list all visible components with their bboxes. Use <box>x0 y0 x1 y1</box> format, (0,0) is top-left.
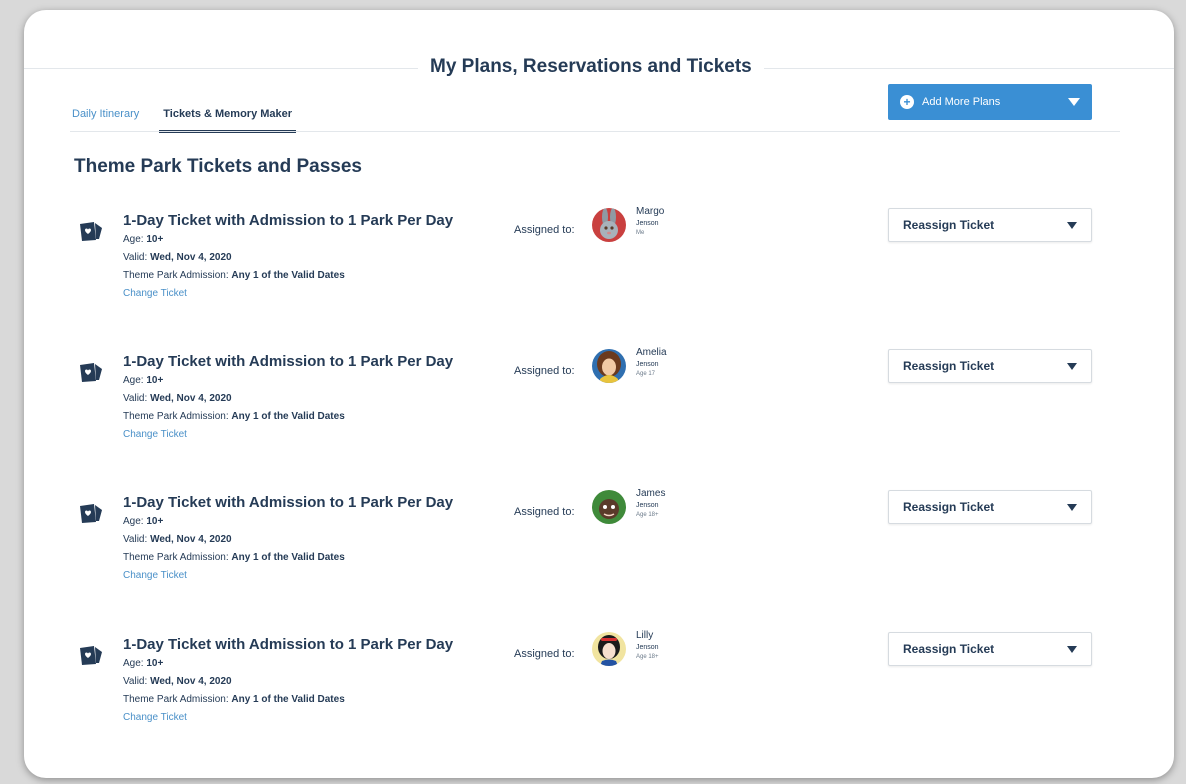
tab-bar: Daily Itinerary Tickets & Memory Maker <box>70 104 297 133</box>
guest-last-name: Jenson <box>636 502 659 509</box>
age-value: 10+ <box>146 375 164 386</box>
ticket-admission-line: Theme Park Admission: Any 1 of the Valid… <box>123 270 345 281</box>
valid-label: Valid: <box>123 676 148 687</box>
reassign-ticket-label: Reassign Ticket <box>903 500 995 514</box>
reassign-ticket-label: Reassign Ticket <box>903 642 995 656</box>
ticket-age-line: Age: 10+ <box>123 658 163 669</box>
caret-down-icon <box>1067 362 1077 370</box>
ticket-valid-line: Valid: Wed, Nov 4, 2020 <box>123 252 232 263</box>
age-label: Age: <box>123 375 144 386</box>
valid-value: Wed, Nov 4, 2020 <box>150 393 232 404</box>
valid-label: Valid: <box>123 393 148 404</box>
guest-first-name: James <box>636 488 666 499</box>
age-value: 10+ <box>146 234 164 245</box>
guest-age: Age 18+ <box>636 512 659 518</box>
valid-value: Wed, Nov 4, 2020 <box>150 252 232 263</box>
ticket-valid-line: Valid: Wed, Nov 4, 2020 <box>123 676 232 687</box>
caret-down-icon <box>1067 503 1077 511</box>
caret-down-icon <box>1067 645 1077 653</box>
ticket-name: 1-Day Ticket with Admission to 1 Park Pe… <box>123 212 454 229</box>
plus-circle-icon: + <box>900 95 914 109</box>
ticket-valid-line: Valid: Wed, Nov 4, 2020 <box>123 534 232 545</box>
age-label: Age: <box>123 516 144 527</box>
ticket-age-line: Age: 10+ <box>123 375 163 386</box>
admission-label: Theme Park Admission: <box>123 270 229 281</box>
reassign-ticket-label: Reassign Ticket <box>903 218 995 232</box>
change-ticket-link[interactable]: Change Ticket <box>123 712 187 723</box>
guest-first-name: Margo <box>636 206 665 217</box>
tabs-divider <box>70 131 1120 132</box>
section-title: Theme Park Tickets and Passes <box>74 156 362 177</box>
ticket-icon <box>78 361 104 383</box>
guest-last-name: Jenson <box>636 361 659 368</box>
assigned-to-label: Assigned to: <box>514 506 575 518</box>
ticket-name: 1-Day Ticket with Admission to 1 Park Pe… <box>123 494 454 511</box>
guest-last-name: Jenson <box>636 644 659 651</box>
ticket-admission-line: Theme Park Admission: Any 1 of the Valid… <box>123 552 345 563</box>
reassign-ticket-dropdown[interactable]: Reassign Ticket <box>888 208 1092 242</box>
guest-first-name: Lilly <box>636 630 654 641</box>
change-ticket-link[interactable]: Change Ticket <box>123 570 187 581</box>
admission-label: Theme Park Admission: <box>123 552 229 563</box>
admission-value: Any 1 of the Valid Dates <box>231 694 345 705</box>
guest-avatar <box>592 208 626 242</box>
admission-label: Theme Park Admission: <box>123 411 229 422</box>
page-title: My Plans, Reservations and Tickets <box>418 56 764 78</box>
admission-value: Any 1 of the Valid Dates <box>231 270 345 281</box>
age-label: Age: <box>123 234 144 245</box>
assigned-to-label: Assigned to: <box>514 224 575 236</box>
guest-avatar <box>592 490 626 524</box>
ticket-admission-line: Theme Park Admission: Any 1 of the Valid… <box>123 694 345 705</box>
admission-value: Any 1 of the Valid Dates <box>231 552 345 563</box>
valid-value: Wed, Nov 4, 2020 <box>150 534 232 545</box>
ticket-row: 1-Day Ticket with Admission to 1 Park Pe… <box>24 630 1174 752</box>
age-value: 10+ <box>146 658 164 669</box>
change-ticket-link[interactable]: Change Ticket <box>123 288 187 299</box>
age-value: 10+ <box>146 516 164 527</box>
guest-age: Me <box>636 230 645 236</box>
ticket-age-line: Age: 10+ <box>123 516 163 527</box>
ticket-icon <box>78 644 104 666</box>
caret-down-icon <box>1067 221 1077 229</box>
tab-daily-itinerary[interactable]: Daily Itinerary <box>70 104 141 130</box>
guest-first-name: Amelia <box>636 347 667 358</box>
ticket-row: 1-Day Ticket with Admission to 1 Park Pe… <box>24 206 1174 328</box>
add-more-plans-label: Add More Plans <box>922 96 1001 108</box>
admission-label: Theme Park Admission: <box>123 694 229 705</box>
ticket-name: 1-Day Ticket with Admission to 1 Park Pe… <box>123 353 454 370</box>
reassign-ticket-dropdown[interactable]: Reassign Ticket <box>888 632 1092 666</box>
ticket-age-line: Age: 10+ <box>123 234 163 245</box>
assigned-to-label: Assigned to: <box>514 648 575 660</box>
ticket-row: 1-Day Ticket with Admission to 1 Park Pe… <box>24 488 1174 610</box>
guest-last-name: Jenson <box>636 220 659 227</box>
guest-age: Age 18+ <box>636 654 659 660</box>
ticket-admission-line: Theme Park Admission: Any 1 of the Valid… <box>123 411 345 422</box>
guest-avatar <box>592 632 626 666</box>
ticket-name: 1-Day Ticket with Admission to 1 Park Pe… <box>123 636 454 653</box>
plans-card: My Plans, Reservations and Tickets Daily… <box>24 10 1174 778</box>
assigned-to-label: Assigned to: <box>514 365 575 377</box>
valid-value: Wed, Nov 4, 2020 <box>150 676 232 687</box>
reassign-ticket-dropdown[interactable]: Reassign Ticket <box>888 490 1092 524</box>
guest-avatar <box>592 349 626 383</box>
admission-value: Any 1 of the Valid Dates <box>231 411 345 422</box>
valid-label: Valid: <box>123 252 148 263</box>
reassign-ticket-dropdown[interactable]: Reassign Ticket <box>888 349 1092 383</box>
ticket-icon <box>78 220 104 242</box>
guest-age: Age 17 <box>636 371 656 377</box>
add-more-plans-button[interactable]: + Add More Plans <box>888 84 1092 120</box>
age-label: Age: <box>123 658 144 669</box>
ticket-valid-line: Valid: Wed, Nov 4, 2020 <box>123 393 232 404</box>
ticket-row: 1-Day Ticket with Admission to 1 Park Pe… <box>24 347 1174 469</box>
ticket-icon <box>78 502 104 524</box>
reassign-ticket-label: Reassign Ticket <box>903 359 995 373</box>
valid-label: Valid: <box>123 534 148 545</box>
chevron-down-icon <box>1068 98 1080 106</box>
change-ticket-link[interactable]: Change Ticket <box>123 429 187 440</box>
tab-tickets-memory-maker[interactable]: Tickets & Memory Maker <box>159 104 297 133</box>
